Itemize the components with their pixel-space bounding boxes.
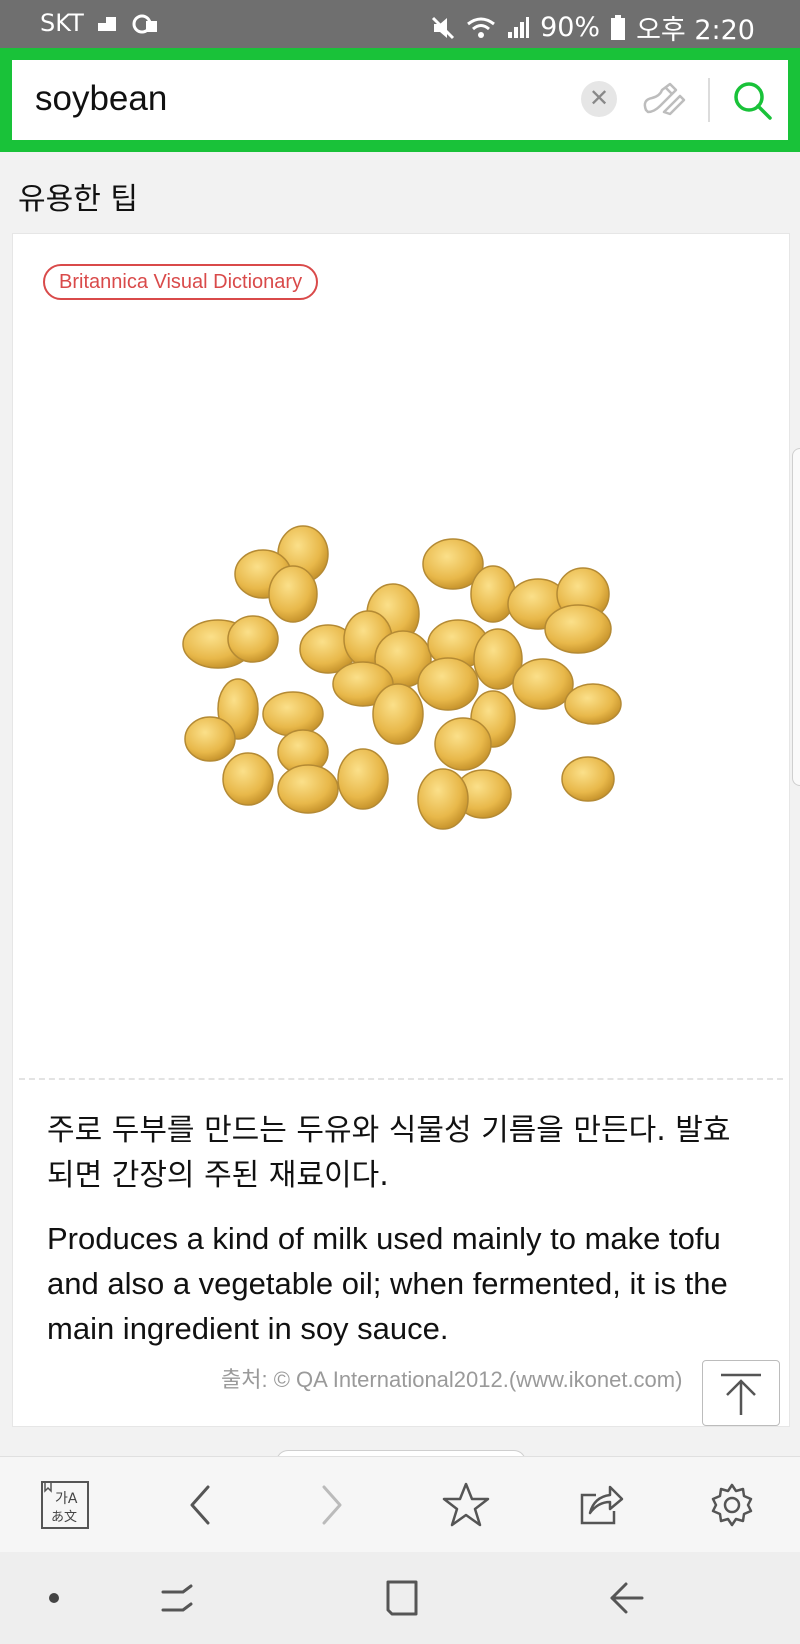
sim-icon — [97, 17, 116, 31]
home-icon[interactable] — [380, 1576, 424, 1620]
content-separator — [19, 1078, 783, 1080]
recent-apps-icon[interactable] — [157, 1576, 201, 1620]
search-header: soybean ✕ — [0, 48, 800, 152]
system-back-icon[interactable] — [604, 1576, 648, 1620]
source-badge[interactable]: Britannica Visual Dictionary — [43, 264, 319, 300]
search-divider — [708, 78, 710, 122]
status-left: SKT — [40, 9, 160, 37]
bottom-toolbar: 가A あ文 — [0, 1456, 800, 1553]
arrow-up-icon — [721, 1373, 761, 1415]
settings-icon[interactable] — [708, 1481, 756, 1529]
forward-icon[interactable] — [308, 1481, 356, 1529]
tip-card: Britannica Visual Dictionary 주로 두부를 만드는 … — [12, 233, 790, 1427]
star-icon[interactable] — [442, 1481, 490, 1529]
definition-english: Produces a kind of milk used mainly to m… — [47, 1221, 728, 1346]
edge-panel-handle[interactable] — [792, 448, 800, 786]
dot-icon[interactable] — [32, 1576, 76, 1620]
soybeans-illustration — [182, 525, 622, 830]
handwriting-icon[interactable] — [640, 76, 688, 124]
wifi-icon — [467, 17, 495, 38]
translate-icon[interactable]: 가A あ文 — [41, 1481, 89, 1529]
search-box[interactable]: soybean ✕ — [12, 60, 788, 140]
back-icon[interactable] — [176, 1481, 224, 1529]
svg-text:あ文: あ文 — [51, 1510, 77, 1525]
section-title: 유용한 팁 — [18, 182, 138, 217]
battery-percent: 90% — [540, 12, 601, 43]
status-bar: SKT 90% 오후 2:20 — [0, 0, 800, 48]
definition-korean: 주로 두부를 만드는 두유와 식물성 기름을 만든다. 발효되면 간장의 주된 … — [47, 1113, 731, 1193]
mute-icon — [432, 16, 455, 39]
status-right: 90% 오후 2:20 — [430, 8, 755, 47]
close-icon: ✕ — [588, 85, 610, 112]
search-input[interactable]: soybean — [35, 79, 167, 119]
cloud-icon — [132, 14, 157, 34]
source-credit: 출처: © QA International2012.(www.ikonet.c… — [221, 1367, 683, 1392]
clear-button[interactable]: ✕ — [581, 81, 617, 117]
share-icon[interactable] — [576, 1481, 624, 1529]
signal-icon — [508, 16, 530, 38]
carrier-label: SKT — [40, 9, 84, 37]
clock: 오후 2:20 — [636, 15, 755, 46]
search-icon[interactable] — [728, 76, 776, 124]
scroll-to-top-button[interactable] — [702, 1360, 780, 1426]
battery-icon — [611, 14, 626, 40]
svg-text:가A: 가A — [55, 1491, 78, 1507]
system-nav-bar — [0, 1552, 800, 1644]
